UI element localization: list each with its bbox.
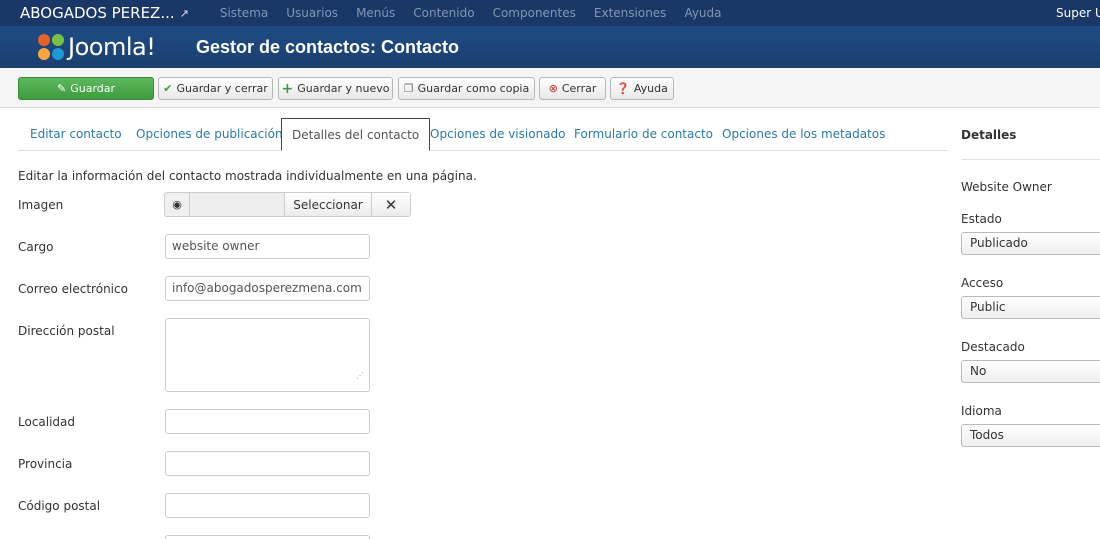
copy-icon: ❐ — [403, 82, 414, 95]
edit-tabs: Editar contacto Opciones de publicación … — [18, 118, 948, 151]
position-label: Cargo — [18, 240, 54, 254]
postcode-label: Código postal — [18, 499, 101, 513]
joomla-logo-icon — [36, 32, 66, 62]
question-icon: ❓ — [616, 82, 630, 95]
check-icon: ✔ — [163, 82, 173, 95]
state-label: Provincia — [18, 457, 73, 471]
access-label: Acceso — [961, 276, 1004, 290]
tab-display[interactable]: Opciones de visionado — [430, 118, 566, 151]
address-textarea[interactable]: ⋰ — [165, 318, 370, 392]
details-divider — [961, 159, 1100, 160]
save-button[interactable]: ✎ Guardar — [18, 77, 154, 100]
save-new-label: Guardar y nuevo — [297, 82, 390, 95]
next-input[interactable] — [165, 535, 370, 539]
position-input[interactable]: website owner — [165, 234, 370, 259]
help-button-label: Ayuda — [633, 82, 668, 95]
site-name: ABOGADOS PEREZ... — [20, 4, 175, 22]
status-label: Estado — [961, 212, 1002, 226]
menu-item-usuarios[interactable]: Usuarios — [277, 6, 347, 20]
menu-item-ayuda[interactable]: Ayuda — [675, 6, 730, 20]
save-close-label: Guardar y cerrar — [176, 82, 268, 95]
tab-metadata[interactable]: Opciones de los metadatos — [722, 118, 885, 151]
help-button[interactable]: ❓ Ayuda — [610, 77, 674, 100]
save-new-button[interactable]: + Guardar y nuevo — [278, 77, 393, 100]
save-button-label: Guardar — [70, 82, 116, 95]
save-copy-button[interactable]: ❐ Guardar como copia — [398, 77, 535, 100]
state-input[interactable] — [165, 451, 370, 476]
image-media-field: ◉ Seleccionar ✕ — [164, 192, 411, 217]
page-header: Joomla! Gestor de contactos: Contacto — [0, 26, 1100, 68]
email-input[interactable]: info@abogadosperezmena.com — [165, 276, 370, 301]
language-label: Idioma — [961, 404, 1002, 418]
featured-label: Destacado — [961, 340, 1025, 354]
form-intro: Editar la información del contacto mostr… — [18, 169, 477, 183]
tab-contact-details[interactable]: Detalles del contacto — [281, 118, 431, 151]
menu-item-componentes[interactable]: Componentes — [484, 6, 585, 20]
menu-item-sistema[interactable]: Sistema — [211, 6, 277, 20]
plus-icon: + — [281, 80, 294, 97]
toolbar: ✎ Guardar ✔ Guardar y cerrar + Guardar y… — [0, 68, 1100, 108]
image-path-field — [190, 193, 285, 216]
suburb-label: Localidad — [18, 415, 76, 429]
status-select[interactable]: Publicado — [961, 232, 1100, 255]
address-label: Dirección postal — [18, 324, 115, 338]
language-select[interactable]: Todos — [961, 424, 1100, 447]
owner-name: Website Owner — [961, 180, 1052, 194]
user-menu[interactable]: Super U — [1056, 0, 1100, 26]
close-button-label: Cerrar — [561, 82, 597, 95]
menu-item-contenido[interactable]: Contenido — [404, 6, 483, 20]
featured-select[interactable]: No — [961, 360, 1100, 383]
details-panel-title: Detalles — [961, 128, 1017, 142]
tab-edit-contact[interactable]: Editar contacto — [30, 118, 122, 151]
access-select[interactable]: Public — [961, 296, 1100, 319]
postcode-input[interactable] — [165, 493, 370, 518]
edit-icon: ✎ — [56, 82, 67, 95]
logo-text: Joomla! — [68, 33, 156, 61]
email-label: Correo electrónico — [18, 282, 128, 296]
external-link-icon: ↗ — [179, 6, 189, 20]
tab-contact-form[interactable]: Formulario de contacto — [574, 118, 713, 151]
tab-publishing[interactable]: Opciones de publicación — [136, 118, 283, 151]
close-circle-icon: ⊗ — [548, 82, 558, 95]
save-close-button[interactable]: ✔ Guardar y cerrar — [158, 77, 273, 100]
select-image-button[interactable]: Seleccionar — [285, 193, 372, 216]
save-copy-label: Guardar como copia — [417, 82, 530, 95]
main-menu: Sistema Usuarios Menús Contenido Compone… — [211, 6, 731, 20]
eye-icon[interactable]: ◉ — [165, 193, 190, 216]
suburb-input[interactable] — [165, 409, 370, 434]
menu-item-menus[interactable]: Menús — [347, 6, 404, 20]
menu-item-extensiones[interactable]: Extensiones — [585, 6, 676, 20]
close-button[interactable]: ⊗ Cerrar — [539, 77, 606, 100]
clear-image-icon[interactable]: ✕ — [372, 193, 410, 216]
site-name-link[interactable]: ABOGADOS PEREZ... ↗ — [0, 4, 211, 22]
resize-grip-icon[interactable]: ⋰ — [356, 364, 364, 387]
top-navbar: ABOGADOS PEREZ... ↗ Sistema Usuarios Men… — [0, 0, 1100, 26]
joomla-logo: Joomla! — [36, 32, 176, 62]
image-label: Imagen — [18, 198, 64, 212]
page-title: Gestor de contactos: Contacto — [196, 36, 460, 57]
